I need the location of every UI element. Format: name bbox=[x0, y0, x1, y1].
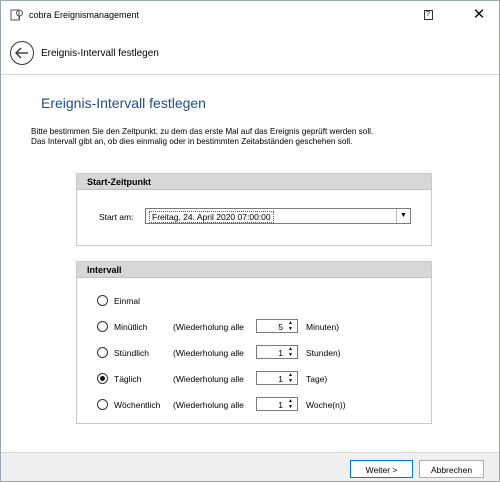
option-label: Wöchentlich bbox=[114, 400, 161, 410]
repeat-unit: Minuten) bbox=[306, 322, 340, 332]
content-area: Ereignis-Intervall festlegen Bitte besti… bbox=[1, 76, 499, 452]
stepper-value: 1 bbox=[278, 400, 283, 410]
option-label: Täglich bbox=[114, 374, 142, 384]
dialog-window: cobra Ereignismanagement ? ✕ Ereignis-In… bbox=[0, 0, 500, 482]
dialog-footer: Weiter > Abbrechen bbox=[1, 452, 499, 481]
option-label: Einmal bbox=[114, 296, 140, 306]
radio-einmal[interactable] bbox=[97, 295, 108, 306]
start-date-picker[interactable]: Freitag, 24. April 2020 07:00:00 ▼ bbox=[145, 208, 411, 224]
stepper-arrows-icon[interactable]: ▲ ▼ bbox=[286, 320, 295, 332]
cancel-button[interactable]: Abbrechen bbox=[419, 460, 484, 478]
next-button[interactable]: Weiter > bbox=[350, 460, 413, 478]
repeat-prefix: (Wiederholung alle bbox=[173, 374, 244, 384]
stepper-value: 1 bbox=[278, 348, 283, 358]
chevron-down-icon[interactable]: ▼ bbox=[396, 209, 410, 223]
days-stepper[interactable]: 1 ▲ ▼ bbox=[256, 371, 298, 385]
stepper-value: 1 bbox=[278, 374, 283, 384]
description-line-2: Das Intervall gibt an, ob dies einmalig … bbox=[31, 137, 353, 146]
option-label: Minütlich bbox=[114, 322, 148, 332]
repeat-prefix: (Wiederholung alle bbox=[173, 322, 244, 332]
start-date-value: Freitag, 24. April 2020 07:00:00 bbox=[149, 211, 274, 223]
stepper-arrows-icon[interactable]: ▲ ▼ bbox=[286, 398, 295, 410]
title-bar: cobra Ereignismanagement ? ✕ bbox=[1, 1, 499, 29]
back-arrow-icon bbox=[15, 47, 28, 59]
page-description: Bitte bestimmen Sie den Zeitpunkt, zu de… bbox=[31, 127, 481, 147]
navigation-bar: Ereignis-Intervall festlegen bbox=[1, 29, 499, 75]
page-heading: Ereignis-Intervall festlegen bbox=[41, 95, 206, 111]
repeat-unit: Tage) bbox=[306, 374, 328, 384]
radio-minuetlich[interactable] bbox=[97, 321, 108, 332]
close-button[interactable]: ✕ bbox=[467, 5, 491, 25]
stepper-arrows-icon[interactable]: ▲ ▼ bbox=[286, 346, 295, 358]
start-label: Start am: bbox=[99, 212, 134, 222]
minutes-stepper[interactable]: 5 ▲ ▼ bbox=[256, 319, 298, 333]
option-label: Stündlich bbox=[114, 348, 149, 358]
description-line-1: Bitte bestimmen Sie den Zeitpunkt, zu de… bbox=[31, 127, 374, 136]
radio-stuendlich[interactable] bbox=[97, 347, 108, 358]
start-panel: Start-Zeitpunkt Start am: Freitag, 24. A… bbox=[76, 173, 432, 246]
repeat-prefix: (Wiederholung alle bbox=[173, 400, 244, 410]
weeks-stepper[interactable]: 1 ▲ ▼ bbox=[256, 397, 298, 411]
window-title: cobra Ereignismanagement bbox=[29, 10, 140, 20]
nav-title: Ereignis-Intervall festlegen bbox=[41, 48, 159, 59]
interval-panel-header: Intervall bbox=[77, 262, 431, 278]
back-button[interactable] bbox=[10, 41, 34, 65]
radio-woechentlich[interactable] bbox=[97, 399, 108, 410]
radio-taeglich[interactable] bbox=[97, 373, 108, 384]
stepper-value: 5 bbox=[278, 322, 283, 332]
help-icon: ? bbox=[423, 10, 433, 21]
repeat-unit: Woche(n)) bbox=[306, 400, 346, 410]
repeat-prefix: (Wiederholung alle bbox=[173, 348, 244, 358]
start-panel-header: Start-Zeitpunkt bbox=[77, 174, 431, 190]
repeat-unit: Stunden) bbox=[306, 348, 341, 358]
interval-panel: Intervall Einmal Minütlich (Wiederholung… bbox=[76, 261, 432, 424]
hours-stepper[interactable]: 1 ▲ ▼ bbox=[256, 345, 298, 359]
help-button[interactable]: ? bbox=[419, 6, 437, 24]
cobra-app-icon bbox=[10, 8, 24, 22]
stepper-arrows-icon[interactable]: ▲ ▼ bbox=[286, 372, 295, 384]
